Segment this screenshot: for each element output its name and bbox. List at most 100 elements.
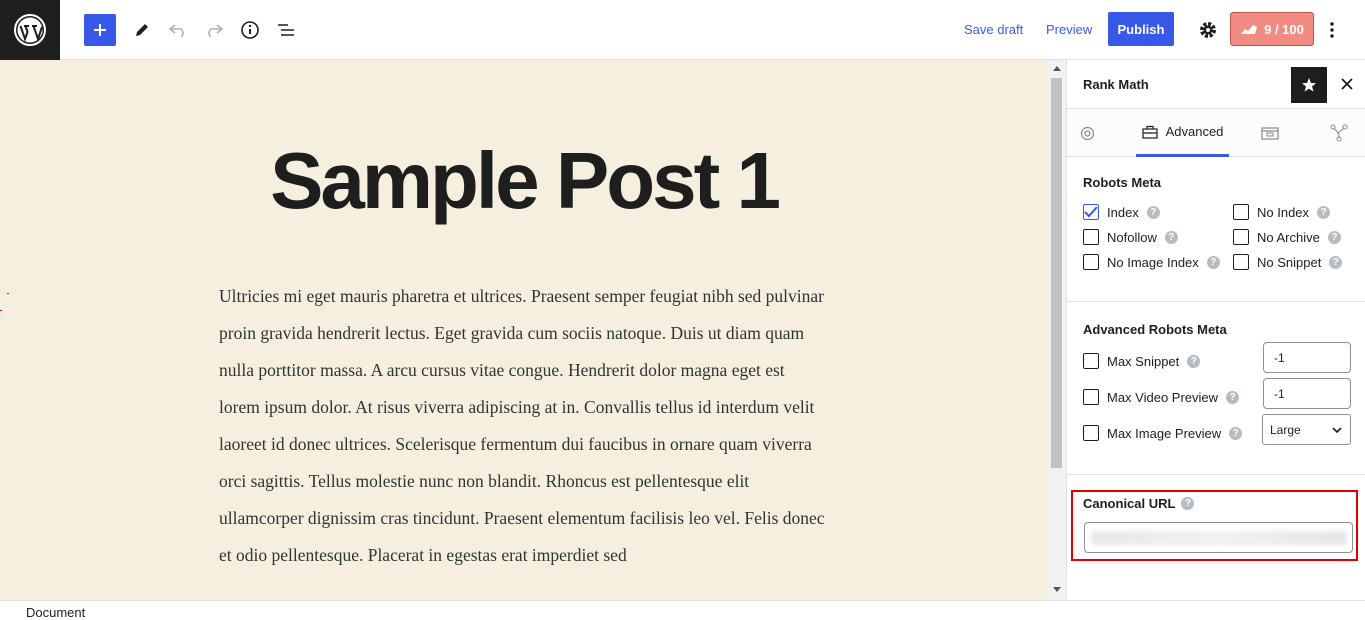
checkbox-noindex[interactable]: No Index ?: [1233, 204, 1331, 220]
canonical-url-section: Canonical URL ?: [1071, 490, 1358, 561]
info-icon: [241, 21, 259, 39]
rank-math-icon: [1241, 25, 1258, 34]
help-icon[interactable]: ?: [1317, 205, 1331, 219]
max-video-preview-checkbox[interactable]: [1083, 389, 1099, 405]
scroll-up-icon[interactable]: [1053, 65, 1061, 71]
settings-button[interactable]: [1192, 14, 1224, 46]
checkbox-max-image-preview[interactable]: Max Image Preview ?: [1083, 425, 1243, 441]
canonical-url-input[interactable]: [1084, 522, 1353, 553]
help-icon[interactable]: ?: [1226, 390, 1240, 404]
editor-scrollbar[interactable]: [1048, 60, 1066, 600]
schema-icon: [1261, 127, 1279, 140]
publish-button[interactable]: Publish: [1108, 12, 1174, 46]
plus-icon: [94, 24, 106, 36]
gear-icon: [1200, 22, 1216, 38]
rank-math-sidebar: Rank Math Advanced Robots Meta Index ? N…: [1066, 60, 1365, 600]
sidebar-tabs: Advanced: [1067, 109, 1365, 157]
post-title[interactable]: Sample Post 1: [0, 135, 1048, 227]
help-icon[interactable]: ?: [1329, 255, 1343, 269]
pencil-icon: [136, 24, 148, 36]
wordpress-logo-button[interactable]: [0, 0, 60, 60]
max-image-preview-label: Max Image Preview: [1107, 425, 1222, 441]
red-marker: [7, 293, 9, 294]
tab-advanced[interactable]: Advanced: [1136, 109, 1229, 157]
robots-meta-section: Robots Meta Index ? No Index ? Nofollow …: [1067, 157, 1365, 302]
block-breadcrumb-bar: Document: [0, 600, 1365, 620]
max-image-preview-checkbox[interactable]: [1083, 425, 1099, 441]
tab-advanced-label: Advanced: [1165, 124, 1224, 139]
index-checkbox[interactable]: [1083, 204, 1099, 220]
share-nodes-icon: [1330, 124, 1348, 142]
max-video-preview-input[interactable]: -1: [1263, 378, 1351, 409]
details-button[interactable]: [234, 14, 266, 46]
help-icon[interactable]: ?: [1164, 230, 1178, 244]
scroll-down-icon[interactable]: [1053, 587, 1061, 593]
checkbox-index[interactable]: Index ?: [1083, 204, 1160, 220]
robots-meta-title: Robots Meta: [1083, 175, 1161, 190]
noindex-checkbox[interactable]: [1233, 204, 1249, 220]
scroll-thumb[interactable]: [1051, 78, 1062, 468]
max-image-preview-select[interactable]: Large: [1262, 414, 1351, 445]
nofollow-checkbox[interactable]: [1083, 229, 1099, 245]
preview-button[interactable]: Preview: [1046, 22, 1092, 37]
tab-social[interactable]: [1329, 123, 1349, 143]
options-menu-button[interactable]: [1316, 14, 1348, 46]
tools-button[interactable]: [126, 14, 158, 46]
advanced-robots-title: Advanced Robots Meta: [1083, 322, 1227, 337]
sidebar-header: Rank Math: [1067, 60, 1365, 109]
nosnippet-checkbox[interactable]: [1233, 254, 1249, 270]
rank-math-score-button[interactable]: 9 / 100: [1230, 12, 1314, 46]
help-icon[interactable]: ?: [1187, 354, 1201, 368]
tab-general[interactable]: [1077, 123, 1097, 143]
close-sidebar-button[interactable]: [1335, 72, 1359, 96]
save-draft-button[interactable]: Save draft: [964, 22, 1023, 37]
max-video-preview-label: Max Video Preview: [1107, 389, 1219, 405]
help-icon[interactable]: ?: [1229, 426, 1243, 440]
editor-canvas[interactable]: Sample Post 1 Ultricies mi eget mauris p…: [0, 60, 1048, 600]
chevron-down-icon: [1332, 426, 1342, 433]
close-icon: [1341, 78, 1353, 90]
canonical-url-header: Canonical URL ?: [1083, 496, 1195, 511]
more-vertical-icon: [1330, 22, 1334, 38]
noindex-label: No Index: [1257, 204, 1310, 220]
tab-schema[interactable]: [1260, 123, 1280, 143]
breadcrumb-document[interactable]: Document: [26, 605, 85, 620]
index-label: Index: [1107, 204, 1139, 220]
redo-button[interactable]: [198, 14, 230, 46]
help-icon[interactable]: ?: [1181, 497, 1195, 510]
checkbox-nosnippet[interactable]: No Snippet ?: [1233, 254, 1343, 270]
noarchive-label: No Archive: [1257, 229, 1320, 245]
max-snippet-input[interactable]: -1: [1263, 342, 1351, 373]
list-view-icon: [278, 24, 294, 36]
help-icon[interactable]: ?: [1327, 230, 1341, 244]
help-icon[interactable]: ?: [1206, 255, 1220, 269]
seo-score-text: 9 / 100: [1264, 21, 1304, 37]
noarchive-checkbox[interactable]: [1233, 229, 1249, 245]
undo-button[interactable]: [162, 14, 194, 46]
max-snippet-checkbox[interactable]: [1083, 353, 1099, 369]
checkbox-noarchive[interactable]: No Archive ?: [1233, 229, 1341, 245]
help-icon[interactable]: ?: [1146, 205, 1160, 219]
noimageindex-checkbox[interactable]: [1083, 254, 1099, 270]
checkbox-nofollow[interactable]: Nofollow ?: [1083, 229, 1178, 245]
canonical-url-blurred-value: [1091, 531, 1347, 545]
toolbox-icon: [1141, 125, 1158, 139]
star-icon: [1302, 78, 1316, 92]
checkbox-noimageindex[interactable]: No Image Index ?: [1083, 254, 1220, 270]
gear-outline-icon: [1080, 126, 1094, 140]
checkbox-max-snippet[interactable]: Max Snippet ?: [1083, 353, 1201, 369]
checkbox-max-video-preview[interactable]: Max Video Preview ?: [1083, 389, 1240, 405]
canonical-url-title: Canonical URL: [1083, 496, 1176, 511]
max-snippet-label: Max Snippet: [1107, 353, 1180, 369]
undo-icon: [168, 24, 184, 37]
advanced-robots-section: Advanced Robots Meta Max Snippet ? -1 Ma…: [1067, 302, 1365, 475]
list-view-button[interactable]: [270, 14, 302, 46]
checkmark-icon: [1084, 206, 1098, 218]
sidebar-title: Rank Math: [1083, 77, 1149, 92]
add-block-button[interactable]: [84, 14, 116, 46]
redo-icon: [208, 24, 224, 37]
max-image-preview-value: Large: [1270, 422, 1301, 437]
post-paragraph[interactable]: Ultricies mi eget mauris pharetra et ult…: [219, 278, 829, 574]
pin-sidebar-button[interactable]: [1291, 67, 1327, 103]
nofollow-label: Nofollow: [1107, 229, 1157, 245]
